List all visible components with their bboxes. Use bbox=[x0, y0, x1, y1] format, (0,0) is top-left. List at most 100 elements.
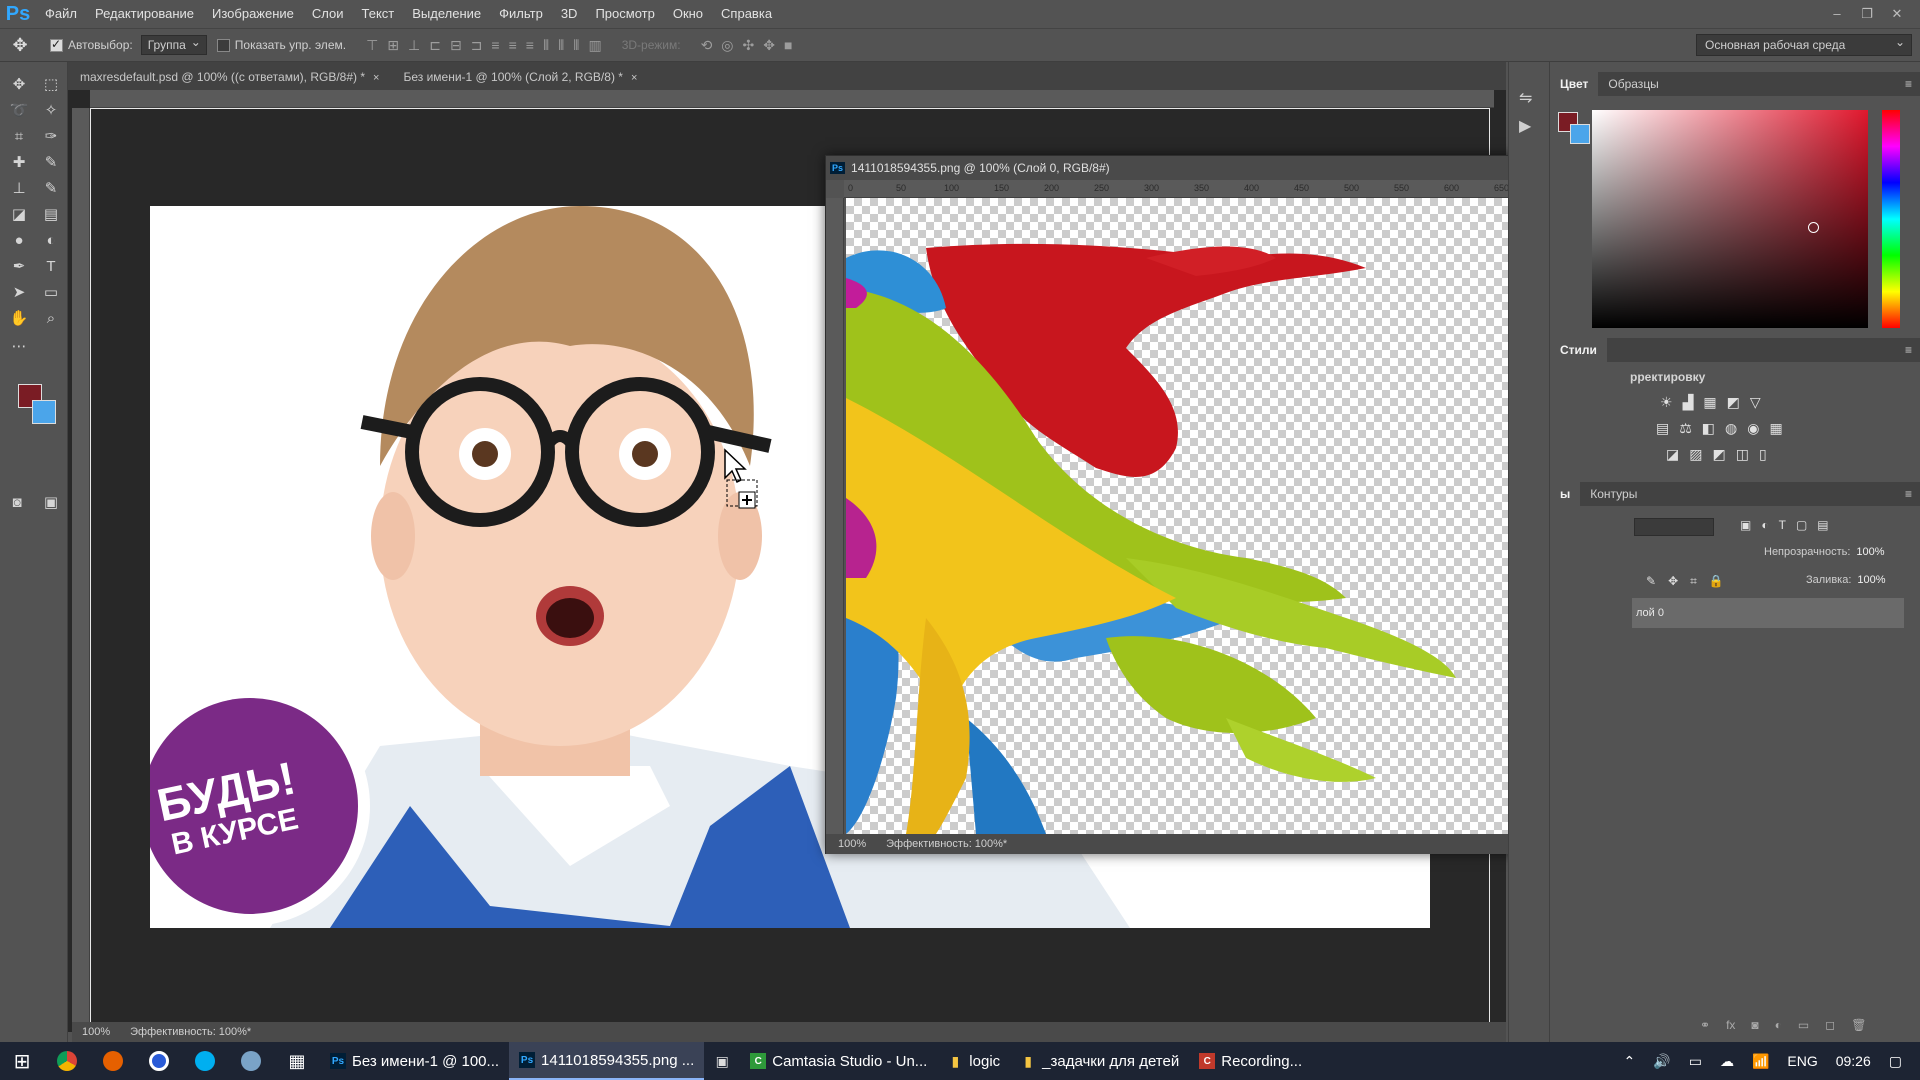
taskbar-app-logic[interactable]: ▮ logic bbox=[937, 1042, 1010, 1080]
main-zoom-level[interactable]: 100% bbox=[82, 1022, 110, 1042]
menu-view[interactable]: Просмотр bbox=[586, 0, 663, 28]
taskbar-app-tasks[interactable]: ▮ _задачки для детей bbox=[1010, 1042, 1189, 1080]
lasso-tool-icon[interactable]: ➰ bbox=[6, 98, 32, 122]
tab-close-icon[interactable]: × bbox=[373, 72, 379, 84]
menu-select[interactable]: Выделение bbox=[403, 0, 490, 28]
invert-icon[interactable]: ◪ bbox=[1666, 446, 1679, 463]
calculator-icon[interactable]: ▦ bbox=[274, 1042, 320, 1080]
auto-align-icon[interactable]: ▥ bbox=[588, 37, 601, 54]
lock-position-icon[interactable]: ✥ bbox=[1668, 574, 1678, 589]
panel-menu-icon[interactable]: ≡ bbox=[1905, 343, 1920, 357]
dodge-tool-icon[interactable]: ◐ bbox=[38, 228, 64, 252]
restore-button[interactable]: ❐ bbox=[1854, 6, 1880, 22]
start-button-icon[interactable]: ⊞ bbox=[0, 1049, 44, 1074]
new-group-icon[interactable]: ▭ bbox=[1798, 1018, 1809, 1032]
float-efficiency[interactable]: Эффективность: 100%* bbox=[886, 834, 1007, 854]
exposure-icon[interactable]: ◩ bbox=[1727, 394, 1740, 411]
new-layer-icon[interactable]: ◻ bbox=[1825, 1018, 1835, 1032]
menu-help[interactable]: Справка bbox=[712, 0, 781, 28]
recorder-icon[interactable] bbox=[228, 1042, 274, 1080]
color-picker-marker[interactable] bbox=[1808, 222, 1819, 233]
taskbar-app-ps-png[interactable]: Ps 1411018594355.png ... bbox=[509, 1042, 705, 1080]
filter-smart-icon[interactable]: ▤ bbox=[1817, 518, 1828, 532]
3d-rotate-icon[interactable]: ⟲ bbox=[701, 37, 713, 54]
menu-file[interactable]: Файл bbox=[36, 0, 86, 28]
float-zoom-level[interactable]: 100% bbox=[838, 834, 866, 854]
network-icon[interactable]: 📶 bbox=[1752, 1053, 1769, 1070]
brush-tool-icon[interactable]: ✎ bbox=[38, 150, 64, 174]
distribute-right-icon[interactable]: ⦀ bbox=[573, 37, 579, 54]
tab-color[interactable]: Цвет bbox=[1550, 72, 1599, 96]
distribute-vcenter-icon[interactable]: ≡ bbox=[509, 37, 517, 54]
layer-mask-icon[interactable]: ◙ bbox=[1751, 1018, 1758, 1032]
doc-tab-untitled[interactable]: Без имени-1 @ 100% (Слой 2, RGB/8) * × bbox=[391, 64, 649, 90]
3d-scale-icon[interactable]: ■ bbox=[784, 37, 792, 54]
menu-filter[interactable]: Фильтр bbox=[490, 0, 552, 28]
panel-menu-icon[interactable]: ≡ bbox=[1905, 77, 1920, 91]
hue-slider[interactable] bbox=[1882, 110, 1900, 328]
crop-tool-icon[interactable]: ⌗ bbox=[6, 124, 32, 148]
skype-icon[interactable] bbox=[182, 1042, 228, 1080]
firefox-icon[interactable] bbox=[90, 1042, 136, 1080]
adjustment-layer-icon[interactable]: ◐ bbox=[1775, 1018, 1782, 1032]
lock-all-icon[interactable]: 🔒 bbox=[1709, 574, 1724, 589]
lock-artboard-icon[interactable]: ⌗ bbox=[1690, 574, 1697, 589]
align-bottom-icon[interactable]: ⊥ bbox=[408, 37, 420, 54]
menu-window[interactable]: Окно bbox=[664, 0, 712, 28]
color-balance-icon[interactable]: ⚖ bbox=[1679, 420, 1692, 437]
levels-icon[interactable]: ▟ bbox=[1683, 394, 1694, 411]
path-select-tool-icon[interactable]: ➤ bbox=[6, 280, 32, 304]
lock-pixels-icon[interactable]: ✎ bbox=[1646, 574, 1656, 589]
blur-tool-icon[interactable]: ● bbox=[6, 228, 32, 252]
threshold-icon[interactable]: ◩ bbox=[1712, 446, 1725, 463]
magic-wand-tool-icon[interactable]: ✧ bbox=[38, 98, 64, 122]
link-layers-icon[interactable]: ⚭ bbox=[1700, 1018, 1710, 1032]
brightness-icon[interactable]: ☀ bbox=[1660, 394, 1673, 411]
vibrance-icon[interactable]: ▽ bbox=[1750, 394, 1761, 411]
pen-tool-icon[interactable]: ✒ bbox=[6, 254, 32, 278]
filter-adjust-icon[interactable]: ◐ bbox=[1761, 518, 1768, 532]
selective-color-icon[interactable]: ◫ bbox=[1736, 446, 1749, 463]
move-tool-icon[interactable]: ✥ bbox=[0, 35, 40, 56]
more-tools-icon[interactable]: ⋯ bbox=[6, 334, 32, 358]
3d-roll-icon[interactable]: ◎ bbox=[721, 37, 733, 54]
distribute-hcenter-icon[interactable]: ⦀ bbox=[558, 37, 564, 54]
type-tool-icon[interactable]: T bbox=[38, 254, 64, 278]
panel-background-swatch[interactable] bbox=[1570, 124, 1590, 144]
delete-layer-icon[interactable]: 🗑 bbox=[1851, 1018, 1866, 1032]
taskbar-app-camtasia[interactable]: C Camtasia Studio - Un... bbox=[740, 1042, 937, 1080]
minimize-button[interactable]: – bbox=[1824, 6, 1850, 22]
tray-chevron-icon[interactable]: ⌃ bbox=[1624, 1053, 1636, 1070]
move-tool-icon[interactable]: ✥ bbox=[6, 72, 32, 96]
show-controls-checkbox[interactable] bbox=[216, 38, 230, 52]
menu-3d[interactable]: 3D bbox=[552, 0, 587, 28]
panel-menu-icon[interactable]: ≡ bbox=[1905, 487, 1920, 501]
menu-image[interactable]: Изображение bbox=[203, 0, 303, 28]
screen-mode-icon[interactable]: ▣ bbox=[38, 490, 64, 514]
marquee-tool-icon[interactable]: ⬚ bbox=[38, 72, 64, 96]
healing-tool-icon[interactable]: ✚ bbox=[6, 150, 32, 174]
menu-layers[interactable]: Слои bbox=[303, 0, 353, 28]
gradient-map-icon[interactable]: ▯ bbox=[1759, 446, 1767, 463]
tab-styles[interactable]: Стили bbox=[1550, 338, 1607, 362]
align-right-icon[interactable]: ⊐ bbox=[471, 37, 483, 54]
quick-mask-icon[interactable]: ◙ bbox=[4, 490, 30, 514]
3d-slide-icon[interactable]: ✥ bbox=[763, 37, 775, 54]
cloud-icon[interactable]: ☁ bbox=[1720, 1053, 1734, 1070]
history-brush-icon[interactable]: ✎ bbox=[38, 176, 64, 200]
opacity-value[interactable]: 100% bbox=[1856, 546, 1884, 558]
history-panel-icon[interactable]: ⇋ bbox=[1519, 88, 1532, 108]
3d-pan-icon[interactable]: ✣ bbox=[743, 37, 755, 54]
background-color-swatch[interactable] bbox=[32, 400, 56, 424]
fx-icon[interactable]: fx bbox=[1726, 1018, 1735, 1032]
posterize-icon[interactable]: ▨ bbox=[1689, 446, 1702, 463]
taskbar-app-recording[interactable]: C Recording... bbox=[1189, 1042, 1312, 1080]
distribute-left-icon[interactable]: ⦀ bbox=[543, 37, 549, 54]
taskbar-app-recorder[interactable]: ▣ bbox=[704, 1042, 740, 1080]
menu-edit[interactable]: Редактирование bbox=[86, 0, 203, 28]
taskbar-app-ps-untitled[interactable]: Ps Без имени-1 @ 100... bbox=[320, 1042, 509, 1080]
filter-pixel-icon[interactable]: ▣ bbox=[1740, 518, 1751, 532]
filter-shape-icon[interactable]: ▢ bbox=[1796, 518, 1807, 532]
channel-mixer-icon[interactable]: ◉ bbox=[1747, 420, 1759, 437]
close-button[interactable]: ✕ bbox=[1884, 6, 1910, 22]
